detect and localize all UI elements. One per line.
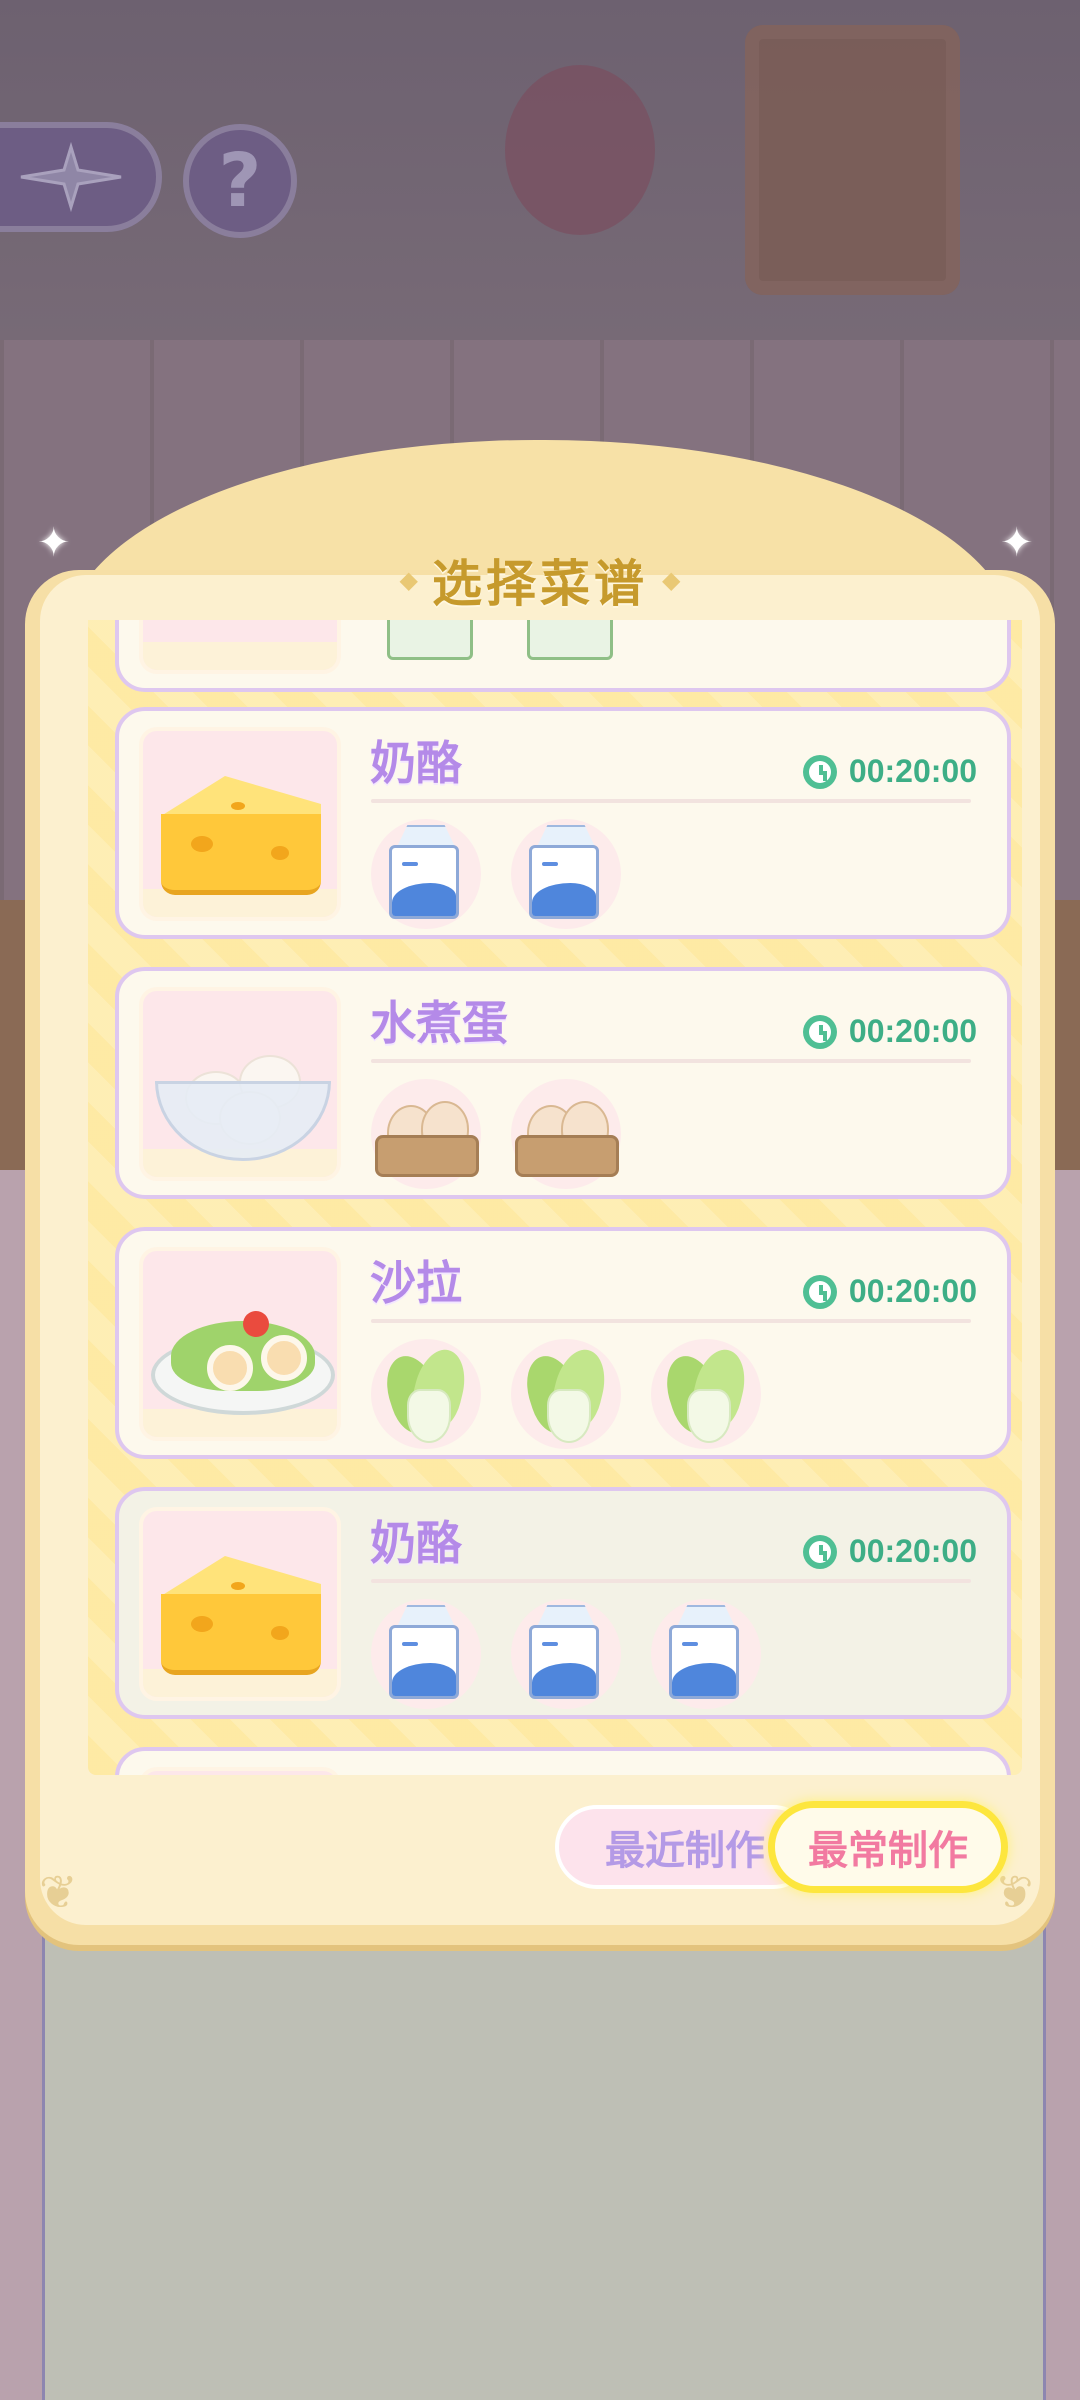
cook-timer: 00:20:00 [802,753,977,790]
divider [371,1319,971,1323]
sparkle-star-icon [20,142,122,212]
recipe-card[interactable]: 沙拉 00:20:00 [115,1227,1011,1459]
background-picture-frame [745,25,960,295]
recipe-name: 沙拉 [370,1256,462,1310]
salad-plate-icon [151,1301,335,1421]
egg-carton-icon [371,1079,481,1189]
timer-text: 00:20:00 [848,753,977,789]
recipe-select-dialog: ✦ ✦ ◆ 选择菜谱 ◆ 奶酪 [25,440,1055,1945]
cook-timer: 00:20:00 [802,1533,977,1570]
flour-bag-icon [511,620,621,684]
boiled-eggs-bowl-icon [155,1051,331,1163]
most-made-button[interactable]: 最常制作 [768,1801,1008,1893]
dialog-title: 选择菜谱 [432,555,648,613]
clock-icon [802,1014,837,1049]
recipe-card[interactable]: 奶酪 00:20:00 [115,707,1011,939]
background-emblem [505,65,655,235]
recipe-card[interactable]: 水煮蛋 00:20:00 [115,967,1011,1199]
clock-icon [802,1274,837,1309]
cook-timer: 00:20:00 [802,1273,977,1310]
recipe-list[interactable]: 奶酪 00:20:00 水煮蛋 [88,620,1022,1775]
clock-icon [802,754,837,789]
back-button[interactable] [0,122,162,232]
dish-thumbnail [139,1247,341,1441]
question-mark-icon: ? [218,138,262,224]
recipe-name: 奶酪 [370,736,462,790]
milk-carton-icon [511,1599,621,1709]
filter-toggle: 最近制作 最常制作 [530,1801,1008,1893]
timer-text: 00:20:00 [848,1013,977,1049]
dish-thumbnail [139,1767,341,1775]
corner-ornament-icon: ❦ [39,1865,78,1919]
dish-thumbnail [139,1507,341,1701]
recipe-card[interactable] [115,620,1011,692]
ingredient-list [371,819,651,929]
ingredient-list [371,1079,651,1189]
ingredient-list [371,620,651,684]
most-made-label: 最常制作 [808,1828,968,1874]
help-button[interactable]: ? [183,124,297,238]
cabbage-icon [651,1339,761,1449]
timer-text: 00:20:00 [848,1533,977,1569]
ornament-icon: ◆ [662,566,681,594]
ingredient-list [371,1339,791,1449]
dish-thumbnail [139,620,341,674]
milk-carton-icon [651,1599,761,1709]
divider [371,1579,971,1583]
recipe-name: 水煮蛋 [370,996,508,1050]
recent-made-label: 最近制作 [605,1828,765,1874]
cheese-icon [161,1556,321,1675]
egg-carton-icon [511,1079,621,1189]
milk-carton-icon [371,819,481,929]
divider [371,799,971,803]
recipe-name: 奶酪 [370,1516,462,1570]
timer-text: 00:20:00 [848,1273,977,1309]
cheese-icon [161,776,321,895]
ingredient-list [371,1599,791,1709]
dish-thumbnail [139,727,341,921]
cabbage-icon [371,1339,481,1449]
milk-carton-icon [371,1599,481,1709]
background-panel [42,1900,1046,2400]
cook-timer: 00:20:00 [802,1013,977,1050]
clock-icon [802,1534,837,1569]
recipe-card-selected[interactable]: 奶酪 00:20:00 [115,1487,1011,1719]
flour-bag-icon [371,620,481,684]
divider [371,1059,971,1063]
milk-carton-icon [511,819,621,929]
ornament-icon: ◆ [399,566,418,594]
cabbage-icon [511,1339,621,1449]
dish-thumbnail [139,987,341,1181]
recipe-card[interactable] [115,1747,1011,1775]
